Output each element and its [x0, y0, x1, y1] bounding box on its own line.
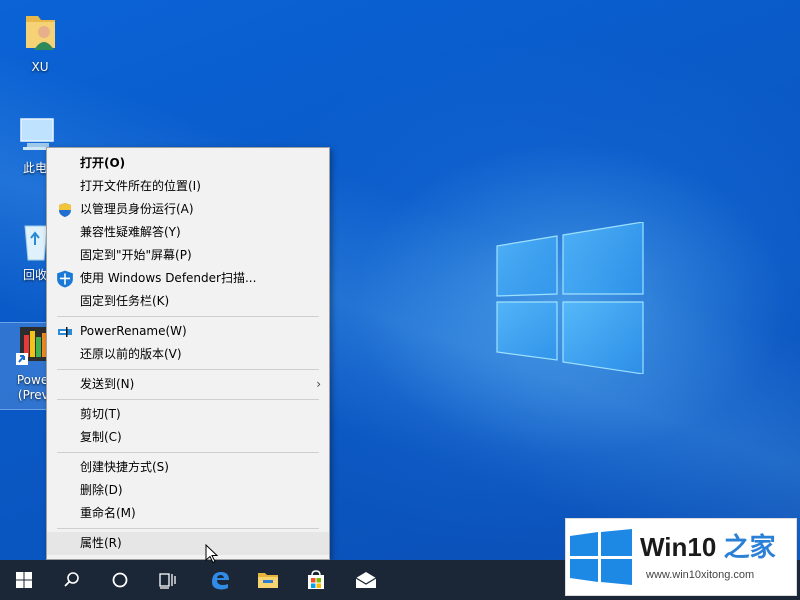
file-explorer-icon — [258, 573, 278, 588]
task-view-icon — [159, 573, 176, 589]
menu-item-label: 固定到"开始"屏幕(P) — [80, 248, 192, 262]
menu-item-compatibility[interactable]: 兼容性疑难解答(Y) — [47, 221, 329, 244]
menu-item-create-shortcut[interactable]: 创建快捷方式(S) — [47, 456, 329, 479]
uac-shield-icon — [59, 203, 71, 217]
menu-item-properties[interactable]: 属性(R) — [47, 532, 329, 555]
menu-item-restore-versions[interactable]: 还原以前的版本(V) — [47, 343, 329, 366]
menu-item-label: PowerRename(W) — [80, 324, 187, 338]
mouse-cursor-icon — [205, 544, 219, 564]
start-icon — [16, 572, 32, 588]
menu-separator — [57, 399, 319, 400]
win10-zhijia-watermark: Win10 之家 www.win10xitong.com — [565, 518, 797, 596]
cortana-icon — [112, 572, 128, 588]
desktop-icon-user[interactable]: XU — [5, 10, 75, 75]
menu-item-label: 发送到(N) — [80, 377, 135, 391]
menu-item-open-file-location[interactable]: 打开文件所在的位置(I) — [47, 175, 329, 198]
context-menu: 打开(O) 打开文件所在的位置(I) 以管理员身份运行(A) 兼容性疑难解答(Y… — [46, 147, 330, 560]
menu-item-pin-to-taskbar[interactable]: 固定到任务栏(K) — [47, 290, 329, 313]
menu-item-label: 删除(D) — [80, 483, 123, 497]
menu-item-run-as-admin[interactable]: 以管理员身份运行(A) — [47, 198, 329, 221]
menu-item-delete[interactable]: 删除(D) — [47, 479, 329, 502]
cortana-button[interactable] — [96, 560, 144, 600]
menu-item-rename[interactable]: 重命名(M) — [47, 502, 329, 525]
menu-item-label: 打开(O) — [80, 156, 126, 170]
watermark-title-main: Win10 — [640, 532, 717, 562]
menu-item-label: 还原以前的版本(V) — [80, 347, 182, 361]
mail-button[interactable] — [342, 560, 390, 600]
search-button[interactable] — [48, 560, 96, 600]
watermark-title: Win10 之家 — [640, 527, 776, 564]
menu-item-label: 复制(C) — [80, 430, 122, 444]
edge-button[interactable] — [196, 560, 244, 600]
menu-item-label: 属性(R) — [80, 536, 122, 550]
menu-separator — [57, 316, 319, 317]
menu-item-label: 兼容性疑难解答(Y) — [80, 225, 181, 239]
menu-item-label: 创建快捷方式(S) — [80, 460, 169, 474]
store-button[interactable] — [292, 560, 340, 600]
menu-item-powerrename[interactable]: PowerRename(W) — [47, 320, 329, 343]
menu-item-label: 固定到任务栏(K) — [80, 294, 170, 308]
task-view-button[interactable] — [144, 560, 192, 600]
file-explorer-button[interactable] — [244, 560, 292, 600]
menu-separator — [57, 369, 319, 370]
windows-logo-icon — [570, 529, 632, 585]
menu-item-open[interactable]: 打开(O) — [47, 152, 329, 175]
menu-separator — [57, 528, 319, 529]
user-folder-icon — [26, 16, 55, 50]
watermark-title-zh: 之家 — [723, 532, 776, 562]
search-icon — [64, 572, 79, 587]
menu-item-copy[interactable]: 复制(C) — [47, 426, 329, 449]
powerrename-icon — [58, 327, 72, 337]
desktop-icon-label: XU — [31, 60, 49, 74]
menu-item-label: 使用 Windows Defender扫描... — [80, 271, 257, 285]
defender-shield-icon — [57, 270, 73, 288]
windows-logo-wallpaper — [496, 222, 644, 374]
menu-item-label: 打开文件所在的位置(I) — [80, 179, 201, 193]
mail-icon — [355, 572, 377, 588]
menu-item-label: 剪切(T) — [80, 407, 121, 421]
menu-item-pin-to-start[interactable]: 固定到"开始"屏幕(P) — [47, 244, 329, 267]
menu-item-cut[interactable]: 剪切(T) — [47, 403, 329, 426]
chevron-right-icon: › — [316, 377, 321, 391]
watermark-url: www.win10xitong.com — [646, 569, 755, 581]
menu-separator — [57, 452, 319, 453]
menu-item-defender-scan[interactable]: 使用 Windows Defender扫描... — [47, 267, 329, 290]
menu-item-label: 以管理员身份运行(A) — [80, 202, 194, 216]
menu-item-label: 重命名(M) — [80, 506, 136, 520]
desktop: XU 此电 回收 Power (Previ 打开(O) 打开文件所在的位置(I)… — [0, 0, 800, 560]
store-icon — [308, 570, 324, 589]
start-button[interactable] — [0, 560, 48, 600]
edge-icon — [212, 572, 229, 590]
menu-item-send-to[interactable]: 发送到(N) › — [47, 373, 329, 396]
